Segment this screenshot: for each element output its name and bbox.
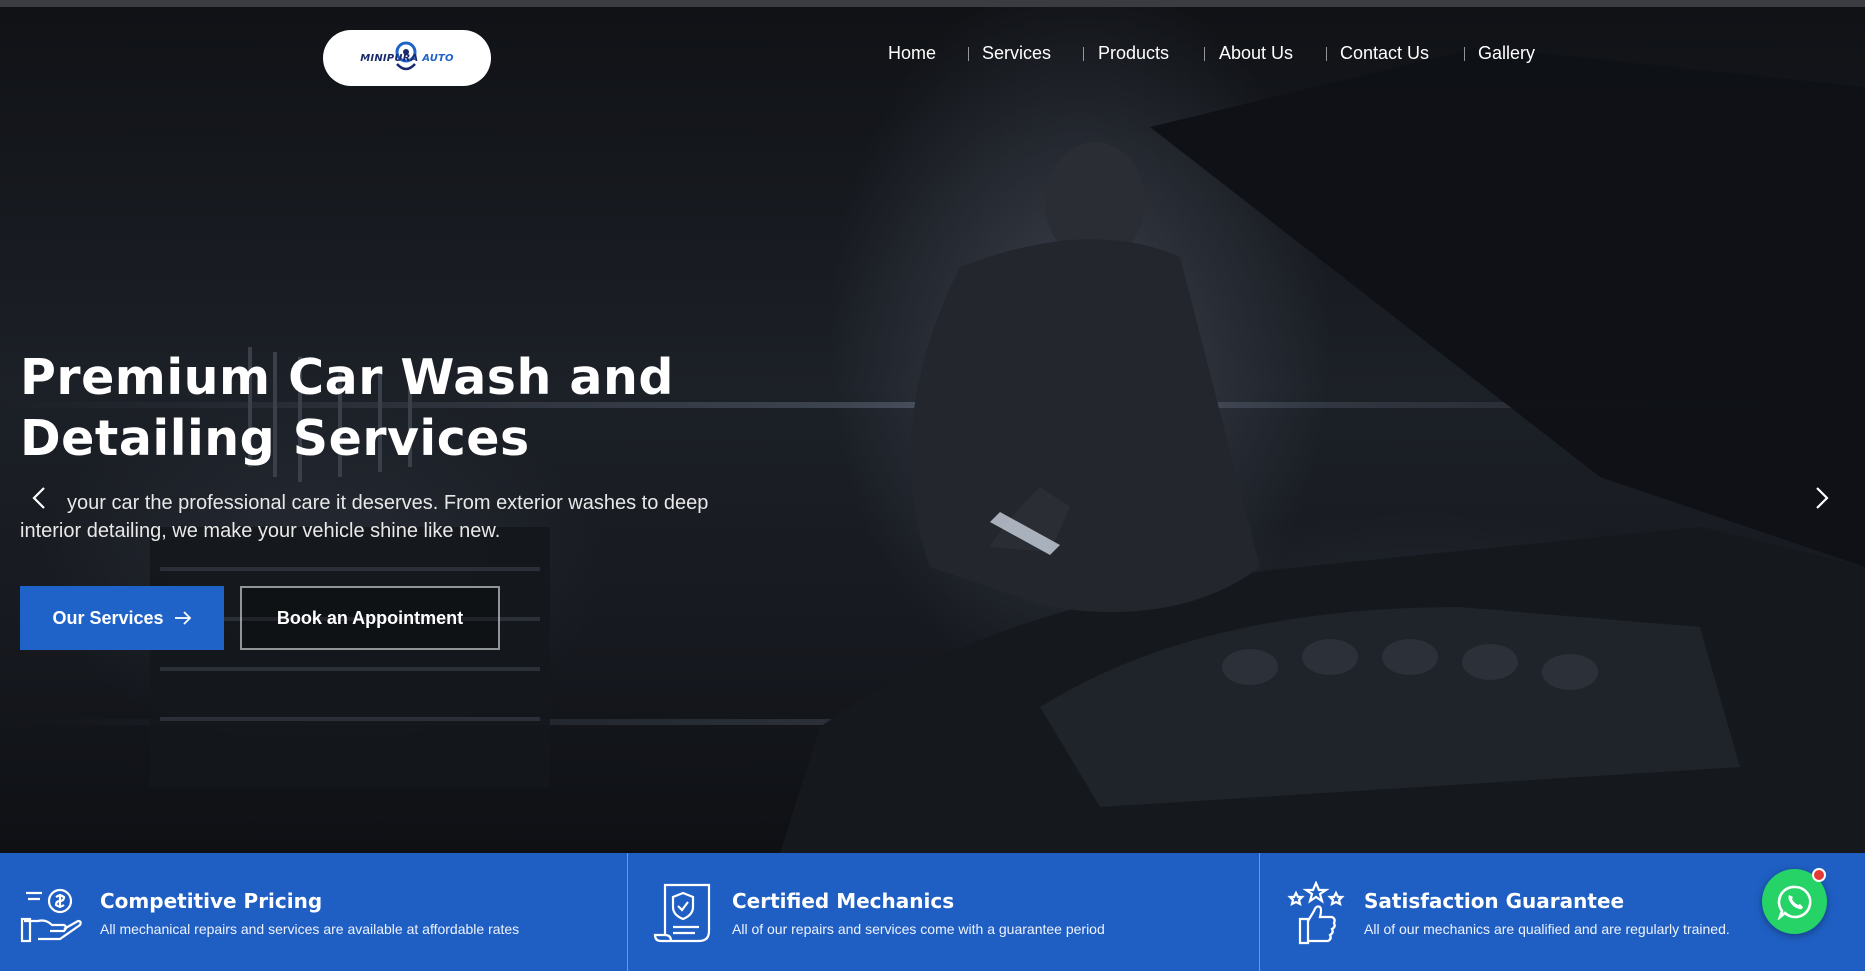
feature-title: Certified Mechanics [732,889,955,913]
feature-description: All of our mechanics are qualified and a… [1364,921,1730,937]
features-bar: Competitive Pricing All mechanical repai… [0,853,1865,971]
nav-services[interactable]: Services [982,43,1051,64]
notification-badge [1812,868,1826,882]
nav-separator [1464,47,1465,61]
slider-next-button[interactable] [1803,480,1839,516]
book-appointment-button[interactable]: Book an Appointment [240,586,500,650]
nav-separator [1083,47,1084,61]
hero-banner: MINIPURA AUTO Home Services Products Abo… [0,7,1865,853]
nav-separator [968,47,969,61]
main-navigation: Home Services Products About Us Contact … [0,43,1865,67]
our-services-label: Our Services [52,607,164,628]
nav-about-us[interactable]: About Us [1219,43,1293,64]
arrow-right-icon [174,611,191,625]
nav-home[interactable]: Home [888,43,936,64]
browser-top-strip [0,0,1865,7]
nav-contact-us[interactable]: Contact Us [1340,43,1429,64]
chevron-left-icon [32,487,45,509]
thumbs-up-stars-icon [1287,881,1345,945]
hero-description: your car the professional care it deserv… [20,492,709,542]
slider-prev-button[interactable] [22,480,58,516]
our-services-button[interactable]: Our Services [20,586,224,650]
certificate-shield-icon [653,883,711,943]
nav-separator [1204,47,1205,61]
feature-description: All mechanical repairs and services are … [100,921,520,937]
hand-money-icon [20,888,82,943]
feature-title: Competitive Pricing [100,889,323,913]
feature-title: Satisfaction Guarantee [1364,889,1625,913]
whatsapp-icon [1777,885,1811,920]
chevron-right-icon [1816,487,1829,509]
feature-certified-mechanics: Certified Mechanics All of our repairs a… [628,853,1259,971]
feature-description: All of our repairs and services come wit… [732,921,1105,937]
nav-separator [1326,47,1327,61]
nav-gallery[interactable]: Gallery [1478,43,1535,64]
hero-title: Premium Car Wash and Detailing Services [20,349,674,467]
nav-products[interactable]: Products [1098,43,1169,64]
feature-competitive-pricing: Competitive Pricing All mechanical repai… [0,853,627,971]
